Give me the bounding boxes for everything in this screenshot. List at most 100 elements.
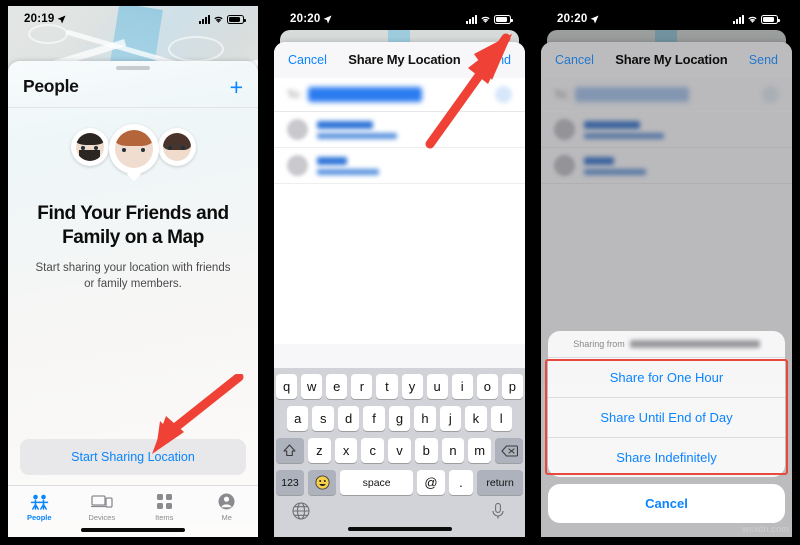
key-g[interactable]: g bbox=[388, 406, 411, 431]
cta-container: Start Sharing Location bbox=[8, 439, 258, 485]
key-q[interactable]: q bbox=[276, 374, 298, 399]
cancel-button[interactable]: Cancel bbox=[288, 53, 327, 67]
add-person-button[interactable]: + bbox=[230, 75, 243, 98]
wifi-icon bbox=[481, 16, 490, 23]
key-h[interactable]: h bbox=[414, 406, 436, 431]
compose-body bbox=[274, 184, 525, 344]
contact-suggestion-row[interactable] bbox=[541, 112, 792, 148]
key-k[interactable]: k bbox=[465, 406, 487, 431]
share-indefinitely-option[interactable]: Share Indefinitely bbox=[548, 438, 785, 477]
key-r[interactable]: r bbox=[351, 374, 373, 399]
contact-name bbox=[317, 120, 373, 129]
sheet-nav-bar: Cancel Share My Location Send bbox=[274, 42, 525, 78]
panel1-screen: 20:19 People + Find Your Friends and Fam… bbox=[8, 6, 258, 537]
recipient-chip[interactable] bbox=[307, 87, 422, 102]
status-left: 20:19 bbox=[24, 13, 66, 25]
avatar bbox=[162, 133, 191, 161]
battery-icon bbox=[494, 14, 513, 24]
key-i[interactable]: i bbox=[451, 374, 473, 399]
items-icon bbox=[156, 492, 172, 511]
key-m[interactable]: m bbox=[468, 438, 492, 463]
signal-bars-icon bbox=[199, 14, 210, 24]
signal-bars-icon bbox=[466, 14, 477, 24]
start-sharing-location-button[interactable]: Start Sharing Location bbox=[20, 439, 246, 475]
key-a[interactable]: a bbox=[287, 406, 309, 431]
avatar bbox=[114, 130, 153, 168]
avatar bbox=[287, 119, 308, 140]
key-b[interactable]: b bbox=[414, 438, 438, 463]
key-p[interactable]: p bbox=[501, 374, 523, 399]
contact-suggestion-row[interactable] bbox=[541, 148, 792, 184]
at-key[interactable]: @ bbox=[417, 470, 445, 495]
memoji-group bbox=[70, 122, 196, 188]
location-arrow-icon bbox=[57, 14, 66, 23]
numbers-key[interactable]: 123 bbox=[276, 470, 304, 495]
map-shape bbox=[168, 36, 224, 62]
tab-people[interactable]: People bbox=[8, 492, 71, 522]
tab-items[interactable]: Items bbox=[133, 492, 196, 522]
recipient-field[interactable]: To: bbox=[274, 78, 525, 112]
keyboard-row-3: z x c v b n m bbox=[275, 438, 524, 463]
key-x[interactable]: x bbox=[334, 438, 358, 463]
empty-state-subtitle: Start sharing your location with friends… bbox=[35, 261, 231, 291]
key-e[interactable]: e bbox=[326, 374, 348, 399]
tab-devices[interactable]: Devices bbox=[71, 492, 134, 522]
action-sheet-cancel-button[interactable]: Cancel bbox=[548, 484, 785, 523]
eyes-shape bbox=[122, 148, 145, 153]
key-u[interactable]: u bbox=[426, 374, 448, 399]
phone-panel-2: 20:20 Cancel Share My Location Send To: … bbox=[266, 0, 533, 545]
key-y[interactable]: y bbox=[401, 374, 423, 399]
memoji-pin-center bbox=[108, 124, 159, 174]
beard-shape bbox=[78, 150, 101, 161]
send-button[interactable]: Send bbox=[749, 53, 778, 67]
tab-me[interactable]: Me bbox=[196, 492, 259, 522]
key-j[interactable]: j bbox=[439, 406, 462, 431]
contact-text bbox=[584, 156, 646, 175]
key-d[interactable]: d bbox=[337, 406, 360, 431]
action-sheet-header: Sharing from bbox=[548, 331, 785, 358]
globe-icon[interactable] bbox=[292, 502, 310, 520]
send-button[interactable]: Send bbox=[482, 53, 511, 67]
key-z[interactable]: z bbox=[307, 438, 331, 463]
memoji-pin-right bbox=[157, 128, 196, 166]
key-l[interactable]: l bbox=[490, 406, 512, 431]
key-n[interactable]: n bbox=[441, 438, 465, 463]
add-contact-icon[interactable] bbox=[762, 86, 779, 103]
cancel-button[interactable]: Cancel bbox=[555, 53, 594, 67]
recipient-chip[interactable] bbox=[574, 87, 689, 102]
backspace-icon[interactable] bbox=[495, 438, 524, 463]
contact-suggestion-row[interactable] bbox=[274, 148, 525, 184]
emoji-icon[interactable] bbox=[308, 470, 336, 495]
sheet-title: Share My Location bbox=[615, 52, 728, 67]
key-c[interactable]: c bbox=[361, 438, 385, 463]
recipient-field[interactable]: To: bbox=[541, 78, 792, 112]
sharing-from-account bbox=[629, 340, 760, 348]
watermark: wsxdn.com bbox=[742, 524, 789, 534]
key-w[interactable]: w bbox=[301, 374, 323, 399]
status-right bbox=[466, 14, 513, 24]
share-until-end-of-day-option[interactable]: Share Until End of Day bbox=[548, 398, 785, 438]
microphone-icon[interactable] bbox=[489, 502, 507, 520]
share-duration-action-sheet: Sharing from Share for One Hour Share Un… bbox=[545, 331, 788, 523]
key-t[interactable]: t bbox=[376, 374, 398, 399]
period-key[interactable]: . bbox=[448, 470, 474, 495]
key-o[interactable]: o bbox=[476, 374, 498, 399]
key-f[interactable]: f bbox=[363, 406, 385, 431]
return-key[interactable]: return bbox=[477, 470, 523, 495]
signal-bars-icon bbox=[733, 14, 744, 24]
contact-suggestion-row[interactable] bbox=[274, 112, 525, 148]
key-v[interactable]: v bbox=[388, 438, 411, 463]
shift-icon[interactable] bbox=[275, 438, 304, 463]
contact-name bbox=[584, 156, 614, 165]
home-indicator[interactable] bbox=[81, 528, 185, 532]
space-key[interactable]: space bbox=[340, 470, 414, 495]
tab-devices-label: Devices bbox=[88, 513, 116, 522]
tab-me-label: Me bbox=[221, 513, 232, 522]
status-bar-2: 20:20 bbox=[274, 6, 525, 32]
hair-shape bbox=[75, 133, 104, 145]
key-s[interactable]: s bbox=[312, 406, 334, 431]
add-contact-icon[interactable] bbox=[495, 86, 512, 103]
home-indicator[interactable] bbox=[347, 527, 452, 531]
share-one-hour-option[interactable]: Share for One Hour bbox=[548, 358, 785, 398]
location-arrow-icon bbox=[590, 14, 599, 23]
